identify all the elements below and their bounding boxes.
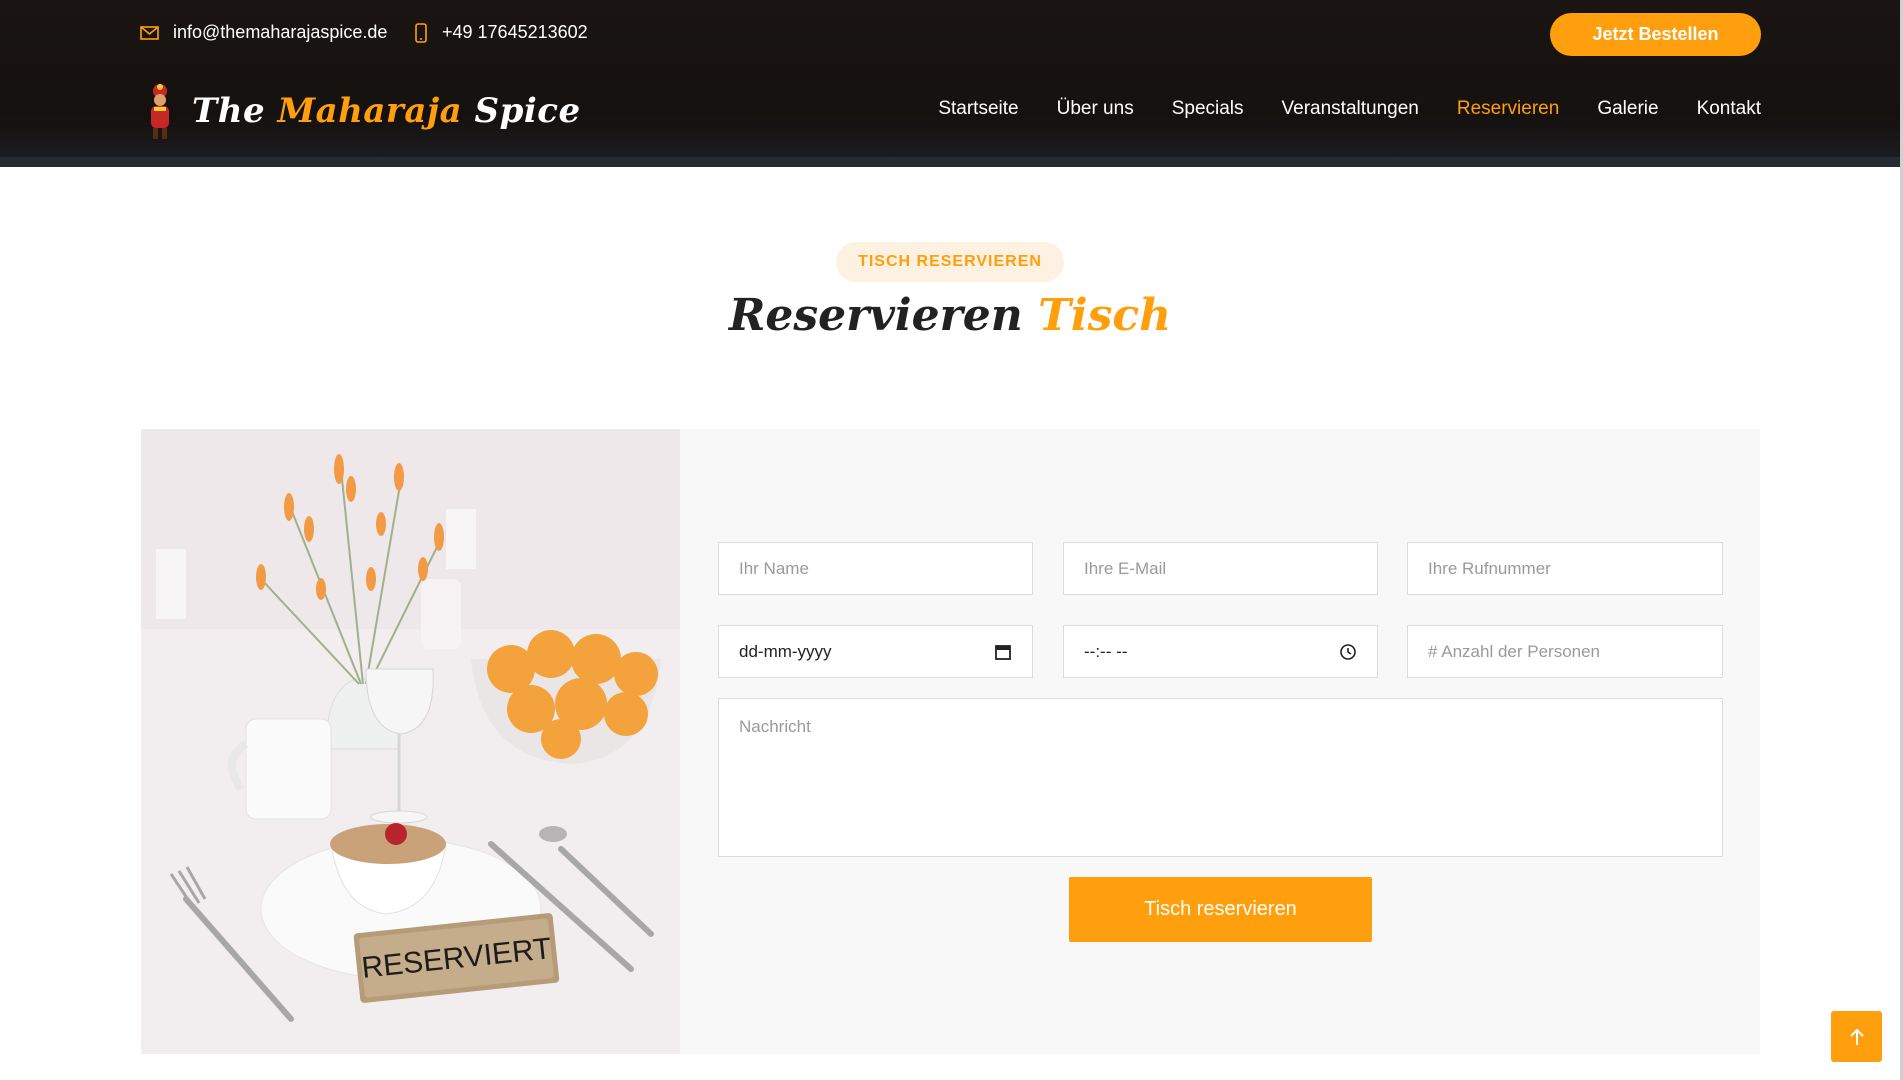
date-input[interactable]: dd-mm-yyyy [718, 625, 1033, 678]
brand-highlight: Maharaja [277, 91, 463, 131]
envelope-icon [140, 25, 159, 40]
title-highlight: Tisch [1038, 290, 1172, 341]
site-logo[interactable]: The Maharaja Spice [140, 80, 581, 142]
table-setting-illustration: RESERVIERT [141, 429, 680, 1054]
topbar-email[interactable]: info@themaharajaspice.de [140, 22, 387, 43]
maharaja-mascot-icon [151, 84, 169, 139]
brand-suffix: Spice [462, 91, 581, 131]
phone-input[interactable]: Ihre Rufnummer [1407, 542, 1723, 595]
header-bottom-strip [0, 157, 1903, 167]
nav-item-ueber-uns[interactable]: Über uns [1057, 98, 1134, 120]
nav-item-veranstaltungen[interactable]: Veranstaltungen [1282, 98, 1419, 120]
brand-prefix: The [192, 91, 278, 131]
nav-item-galerie[interactable]: Galerie [1597, 98, 1658, 120]
arrow-up-icon [1849, 1028, 1864, 1045]
section-badge: TISCH RESERVIEREN [836, 242, 1064, 282]
reserve-table-button[interactable]: Tisch reservieren [1069, 877, 1372, 942]
nav-item-startseite[interactable]: Startseite [938, 98, 1018, 120]
name-input[interactable]: Ihr Name [718, 542, 1033, 595]
order-now-button[interactable]: Jetzt Bestellen [1550, 13, 1761, 56]
calendar-icon[interactable] [994, 643, 1012, 661]
main-navigation: Startseite Über uns Specials Veranstaltu… [900, 98, 1761, 120]
section-title: Reservieren Tisch [700, 290, 1200, 341]
time-input[interactable]: --:-- -- [1063, 625, 1378, 678]
title-main: Reservieren [728, 290, 1023, 341]
nav-item-specials[interactable]: Specials [1172, 98, 1244, 120]
site-header: info@themaharajaspice.de +49 17645213602… [0, 0, 1903, 167]
topbar-phone[interactable]: +49 17645213602 [414, 22, 588, 43]
topbar-phone-text: +49 17645213602 [442, 22, 588, 42]
nav-item-reservieren[interactable]: Reservieren [1457, 98, 1559, 120]
reservation-photo: RESERVIERT [141, 429, 680, 1054]
back-to-top-button[interactable] [1831, 1011, 1882, 1062]
date-input-value: dd-mm-yyyy [739, 641, 832, 661]
brand-name: The Maharaja Spice [192, 91, 581, 131]
topbar-email-text: info@themaharajaspice.de [173, 22, 388, 42]
clock-icon[interactable] [1339, 643, 1357, 661]
persons-input[interactable]: # Anzahl der Personen [1407, 625, 1723, 678]
email-input[interactable]: Ihre E-Mail [1063, 542, 1378, 595]
nav-item-kontakt[interactable]: Kontakt [1697, 98, 1761, 120]
message-textarea[interactable]: Nachricht [718, 698, 1723, 857]
mobile-phone-icon [415, 22, 427, 43]
time-input-value: --:-- -- [1084, 641, 1128, 661]
